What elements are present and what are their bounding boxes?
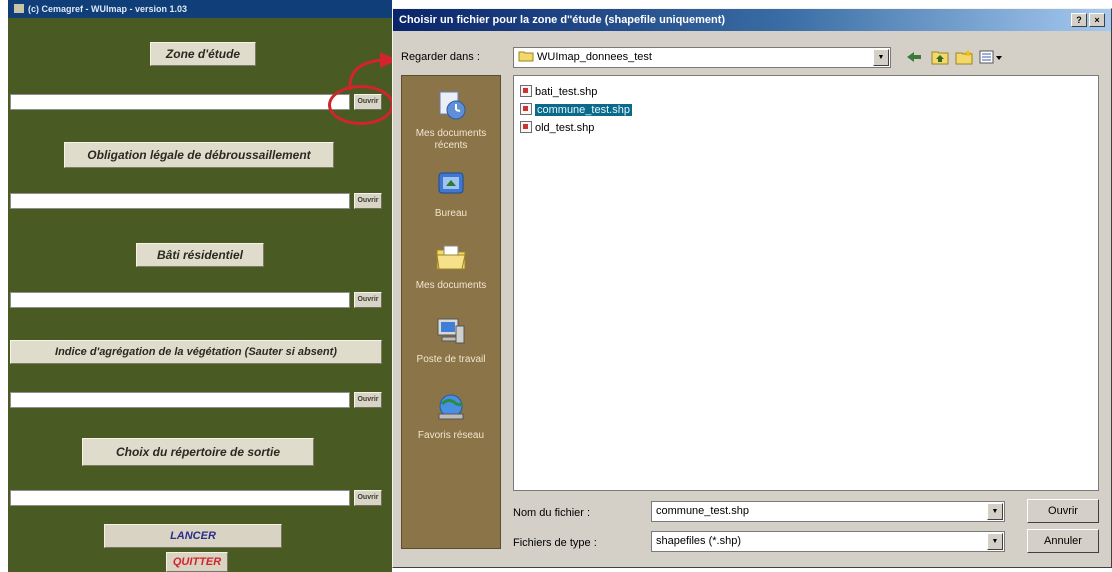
look-in-combo[interactable]: WUImap_donnees_test ▼ [513, 47, 891, 68]
help-button[interactable]: ? [1071, 13, 1087, 27]
debroussaillement-label: Obligation légale de débroussaillement [64, 142, 334, 168]
app-icon [14, 4, 24, 13]
wuimap-window: (c) Cemagref - WUImap - version 1.03 Zon… [8, 0, 398, 572]
zone-etude-label: Zone d'étude [150, 42, 256, 66]
agregation-vegetation-open-button[interactable]: Ouvrir [354, 392, 382, 408]
repertoire-sortie-label: Choix du répertoire de sortie [82, 438, 314, 466]
view-menu-icon[interactable] [979, 49, 1005, 65]
repertoire-sortie-path-field[interactable] [10, 490, 350, 506]
file-list[interactable]: bati_test.shp commune_test.shp old_test.… [513, 75, 1099, 491]
quit-button[interactable]: QUITTER [166, 552, 228, 572]
new-folder-icon[interactable] [955, 49, 973, 65]
folder-icon [518, 51, 534, 62]
wuimap-title-bar: (c) Cemagref - WUImap - version 1.03 [8, 0, 392, 18]
look-in-value: WUImap_donnees_test [537, 51, 652, 63]
debroussaillement-path-field[interactable] [10, 193, 350, 209]
shapefile-icon [520, 103, 532, 115]
zone-etude-path-field[interactable] [10, 94, 350, 110]
place-label-my-documents: Mes documents [415, 280, 487, 291]
desktop-icon [438, 172, 464, 194]
bati-residentiel-open-button[interactable]: Ouvrir [354, 292, 382, 308]
debroussaillement-open-button[interactable]: Ouvrir [354, 193, 382, 209]
file-name: bati_test.shp [535, 86, 598, 98]
place-label-recent: Mes documents récents [415, 128, 487, 151]
file-name: commune_test.shp [535, 104, 632, 116]
place-desktop[interactable]: Bureau [402, 170, 500, 220]
file-name: old_test.shp [535, 122, 595, 134]
file-item-selected[interactable]: commune_test.shp [520, 102, 632, 118]
wuimap-title: (c) Cemagref - WUImap - version 1.03 [28, 4, 188, 14]
open-button[interactable]: Ouvrir [1027, 499, 1099, 523]
cancel-button[interactable]: Annuler [1027, 529, 1099, 553]
filename-value: commune_test.shp [656, 505, 749, 517]
place-network[interactable]: Favoris réseau [402, 392, 500, 442]
my-computer-icon [437, 318, 465, 344]
place-my-documents[interactable]: Mes documents [402, 242, 500, 292]
dialog-title: Choisir un fichier pour la zone d''étude… [399, 14, 726, 26]
filetype-select[interactable]: shapefiles (*.shp) ▼ [651, 531, 1005, 552]
filetype-dropdown-arrow[interactable]: ▼ [987, 533, 1003, 550]
up-folder-icon[interactable] [931, 49, 949, 65]
look-in-dropdown-arrow[interactable]: ▼ [873, 49, 889, 66]
shapefile-icon [520, 85, 532, 97]
my-documents-icon [436, 245, 466, 270]
place-label-my-computer: Poste de travail [416, 354, 486, 365]
places-bar: Mes documents récents Bureau Mes documen… [401, 75, 501, 549]
filename-input[interactable]: commune_test.shp ▼ [651, 501, 1005, 522]
bati-residentiel-path-field[interactable] [10, 292, 350, 308]
recent-documents-icon [439, 91, 466, 120]
filetype-label: Fichiers de type : [513, 537, 597, 549]
place-recent-documents[interactable]: Mes documents récents [402, 90, 500, 152]
shapefile-icon [520, 121, 532, 133]
look-in-label: Regarder dans : [401, 51, 480, 63]
launch-button[interactable]: LANCER [104, 524, 282, 548]
filetype-value: shapefiles (*.shp) [656, 535, 741, 547]
place-my-computer[interactable]: Poste de travail [402, 316, 500, 366]
dialog-title-bar: Choisir un fichier pour la zone d''étude… [393, 9, 1111, 31]
filename-dropdown-arrow[interactable]: ▼ [987, 503, 1003, 520]
file-item[interactable]: old_test.shp [520, 120, 594, 136]
file-dialog: Choisir un fichier pour la zone d''étude… [392, 8, 1112, 568]
network-places-icon [438, 394, 464, 420]
agregation-vegetation-path-field[interactable] [10, 392, 350, 408]
agregation-vegetation-label: Indice d'agrégation de la végétation (Sa… [10, 340, 382, 364]
place-label-desktop: Bureau [434, 208, 468, 219]
back-arrow-icon[interactable] [905, 49, 923, 65]
bati-residentiel-label: Bâti résidentiel [136, 243, 264, 267]
repertoire-sortie-open-button[interactable]: Ouvrir [354, 490, 382, 506]
close-button[interactable]: × [1089, 13, 1105, 27]
filename-label: Nom du fichier : [513, 507, 591, 519]
file-item[interactable]: bati_test.shp [520, 84, 597, 100]
place-label-network: Favoris réseau [417, 430, 485, 441]
